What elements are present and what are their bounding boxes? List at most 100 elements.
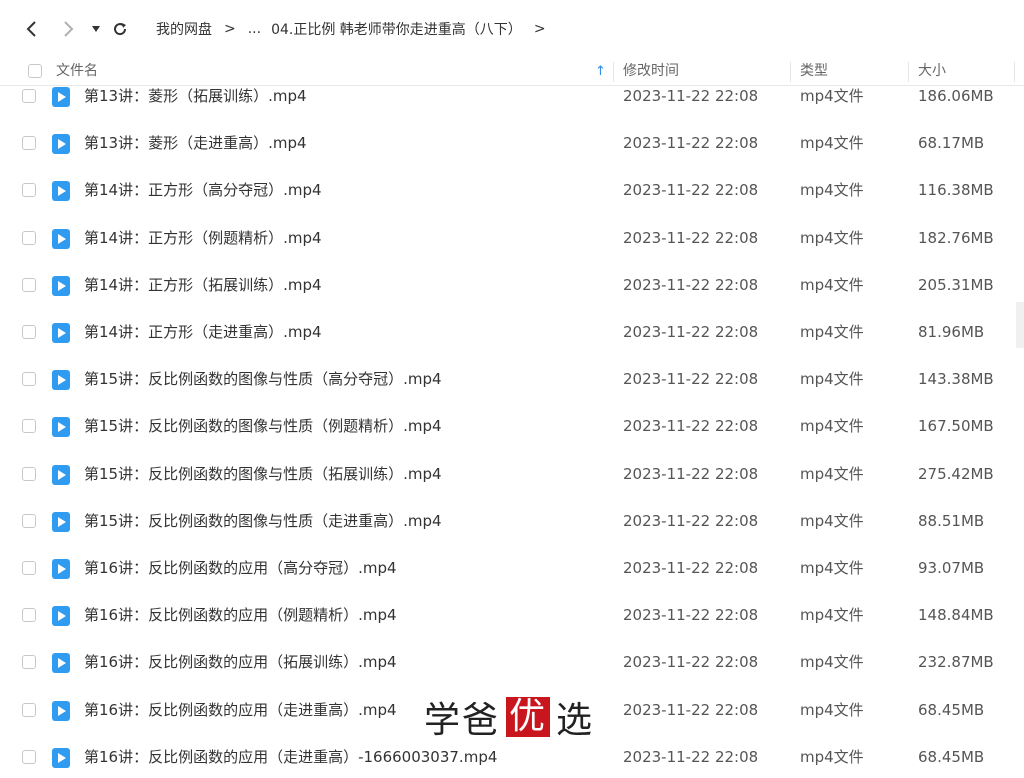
file-row[interactable]: 第16讲：反比例函数的应用（高分夺冠）.mp4 2023-11-22 22:08 m… xyxy=(0,545,1024,592)
file-type: mp4文件 xyxy=(800,464,864,483)
file-name[interactable]: 第14讲：正方形（拓展训练）.mp4 xyxy=(84,262,322,309)
row-checkbox[interactable] xyxy=(22,230,36,245)
file-size: 205.31MB xyxy=(918,275,994,294)
row-checkbox[interactable] xyxy=(22,183,36,198)
file-modified: 2023-11-22 22:08 xyxy=(623,417,759,436)
row-checkbox[interactable] xyxy=(22,372,36,387)
file-row[interactable]: 第15讲：反比例函数的图像与性质（例题精析）.mp4 2023-11-22 22:… xyxy=(0,403,1024,450)
file-row[interactable]: 第16讲：反比例函数的应用（例题精析）.mp4 2023-11-22 22:08 m… xyxy=(0,592,1024,639)
file-type: mp4文件 xyxy=(800,134,864,153)
file-name[interactable]: 第14讲：正方形（高分夺冠）.mp4 xyxy=(84,167,322,214)
file-row[interactable]: 第14讲：正方形（高分夺冠）.mp4 2023-11-22 22:08 mp4文件 1… xyxy=(0,167,1024,214)
file-name[interactable]: 第16讲：反比例函数的应用（例题精析）.mp4 xyxy=(84,592,397,639)
row-checkbox[interactable] xyxy=(22,136,36,151)
watermark: 学爸 优 选 xyxy=(424,694,595,742)
file-modified: 2023-11-22 22:08 xyxy=(623,134,759,153)
row-checkbox[interactable] xyxy=(22,89,36,103)
row-checkbox[interactable] xyxy=(22,749,36,764)
row-checkbox[interactable] xyxy=(22,561,36,575)
file-size: 68.45MB xyxy=(918,700,985,719)
breadcrumb-item-ellipsis[interactable]: ... xyxy=(248,21,261,37)
file-type: mp4文件 xyxy=(800,87,864,105)
file-modified: 2023-11-22 22:08 xyxy=(623,228,759,247)
file-name[interactable]: 第16讲：反比例函数的应用（走进重高）.mp4 xyxy=(84,687,397,734)
file-modified: 2023-11-22 22:08 xyxy=(623,700,759,719)
file-row[interactable]: 第13讲：菱形（走进重高）.mp4 2023-11-22 22:08 mp4文件 68… xyxy=(0,120,1024,167)
file-type: mp4文件 xyxy=(800,228,864,247)
file-type: mp4文件 xyxy=(800,275,864,294)
scrollbar[interactable] xyxy=(1016,302,1024,348)
breadcrumb-item-current[interactable]: 04.正比例 韩老师带你走进重高（八下） xyxy=(271,19,522,39)
column-type[interactable]: 类型 xyxy=(800,58,828,85)
file-row[interactable]: 第16讲：反比例函数的应用（走进重高）-1666003037.mp4 2023-1… xyxy=(0,734,1024,778)
video-file-icon xyxy=(52,606,70,627)
file-row[interactable]: 第13讲：菱形（拓展训练）.mp4 2023-11-22 22:08 mp4文件 18… xyxy=(0,86,1024,120)
file-size: 186.06MB xyxy=(918,87,994,105)
file-size: 167.50MB xyxy=(918,417,994,436)
video-file-icon xyxy=(52,700,70,721)
file-type: mp4文件 xyxy=(800,181,864,200)
row-checkbox[interactable] xyxy=(22,655,36,670)
file-type: mp4文件 xyxy=(800,511,864,530)
file-name[interactable]: 第13讲：菱形（拓展训练）.mp4 xyxy=(84,86,307,120)
file-type: mp4文件 xyxy=(800,323,864,341)
chevron-right-icon xyxy=(64,21,74,37)
row-checkbox[interactable] xyxy=(22,325,36,339)
sort-ascending-icon[interactable]: ↑ xyxy=(595,58,606,85)
row-checkbox[interactable] xyxy=(22,702,36,717)
file-modified: 2023-11-22 22:08 xyxy=(623,370,759,389)
file-row[interactable]: 第14讲：正方形（拓展训练）.mp4 2023-11-22 22:08 mp4文件 2… xyxy=(0,262,1024,309)
row-checkbox[interactable] xyxy=(22,277,36,292)
file-name[interactable]: 第15讲：反比例函数的图像与性质（拓展训练）.mp4 xyxy=(84,451,442,498)
forward-button[interactable] xyxy=(56,17,80,41)
column-name[interactable]: 文件名 xyxy=(56,58,98,85)
file-modified: 2023-11-22 22:08 xyxy=(623,747,759,766)
file-name[interactable]: 第15讲：反比例函数的图像与性质（走进重高）.mp4 xyxy=(84,498,442,545)
file-row[interactable]: 第15讲：反比例函数的图像与性质（高分夺冠）.mp4 2023-11-22 22:… xyxy=(0,356,1024,403)
file-row[interactable]: 第16讲：反比例函数的应用（拓展训练）.mp4 2023-11-22 22:08 m… xyxy=(0,639,1024,686)
file-name[interactable]: 第16讲：反比例函数的应用（拓展训练）.mp4 xyxy=(84,639,397,686)
breadcrumb-item-root[interactable]: 我的网盘 xyxy=(156,19,212,39)
column-modified[interactable]: 修改时间 xyxy=(623,58,679,85)
watermark-text-c: 选 xyxy=(556,700,595,741)
select-all-checkbox[interactable] xyxy=(28,64,42,78)
file-row[interactable]: 第14讲：正方形（例题精析）.mp4 2023-11-22 22:08 mp4文件 1… xyxy=(0,215,1024,262)
video-file-icon xyxy=(52,323,70,343)
file-size: 88.51MB xyxy=(918,511,985,530)
file-type: mp4文件 xyxy=(800,370,864,389)
file-row[interactable]: 第15讲：反比例函数的图像与性质（拓展训练）.mp4 2023-11-22 22:… xyxy=(0,451,1024,498)
file-type: mp4文件 xyxy=(800,653,864,672)
file-name[interactable]: 第15讲：反比例函数的图像与性质（高分夺冠）.mp4 xyxy=(84,356,442,403)
column-size[interactable]: 大小 xyxy=(918,58,946,85)
caret-down-icon xyxy=(92,26,100,32)
file-type: mp4文件 xyxy=(800,417,864,436)
row-checkbox[interactable] xyxy=(22,466,36,481)
file-name[interactable]: 第14讲：正方形（例题精析）.mp4 xyxy=(84,215,322,262)
breadcrumb: 我的网盘 > ... 04.正比例 韩老师带你走进重高（八下） > xyxy=(156,18,558,40)
file-name[interactable]: 第14讲：正方形（走进重高）.mp4 xyxy=(84,309,322,356)
file-modified: 2023-11-22 22:08 xyxy=(623,511,759,530)
file-name[interactable]: 第13讲：菱形（走进重高）.mp4 xyxy=(84,120,307,167)
row-checkbox[interactable] xyxy=(22,608,36,623)
file-name[interactable]: 第16讲：反比例函数的应用（高分夺冠）.mp4 xyxy=(84,545,397,592)
file-row[interactable]: 第14讲：正方形（走进重高）.mp4 2023-11-22 22:08 mp4文件 8… xyxy=(0,309,1024,356)
watermark-text-a: 学爸 xyxy=(424,700,501,741)
file-type: mp4文件 xyxy=(800,606,864,625)
file-modified: 2023-11-22 22:08 xyxy=(623,323,759,341)
file-size: 81.96MB xyxy=(918,323,985,341)
video-file-icon xyxy=(52,181,70,202)
row-checkbox[interactable] xyxy=(22,513,36,528)
video-file-icon xyxy=(52,464,70,485)
history-dropdown-button[interactable] xyxy=(84,17,108,41)
file-type: mp4文件 xyxy=(800,700,864,719)
file-modified: 2023-11-22 22:08 xyxy=(623,559,759,577)
row-checkbox[interactable] xyxy=(22,419,36,434)
video-file-icon xyxy=(52,228,70,249)
file-modified: 2023-11-22 22:08 xyxy=(623,606,759,625)
file-row[interactable]: 第15讲：反比例函数的图像与性质（走进重高）.mp4 2023-11-22 22:… xyxy=(0,498,1024,545)
refresh-button[interactable] xyxy=(108,17,132,41)
breadcrumb-separator-icon: > xyxy=(224,21,236,37)
video-file-icon xyxy=(52,511,70,532)
file-name[interactable]: 第15讲：反比例函数的图像与性质（例题精析）.mp4 xyxy=(84,403,442,450)
back-button[interactable] xyxy=(20,17,44,41)
